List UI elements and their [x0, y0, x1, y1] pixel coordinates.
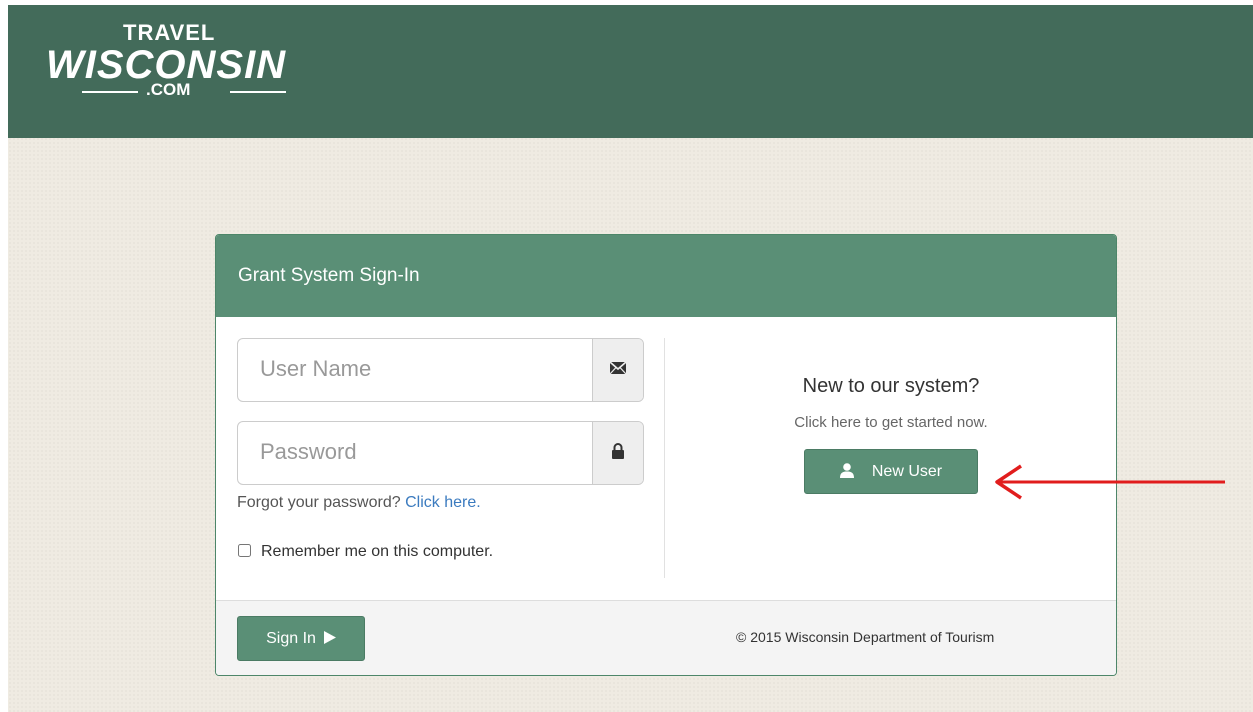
password-addon — [592, 422, 643, 484]
new-user-title: New to our system? — [802, 375, 980, 397]
sign-in-button-label: Sign In — [266, 630, 316, 647]
sign-in-panel: Grant System Sign-In User Name Forgot yo… — [215, 234, 1117, 676]
panel-footer: Sign In © 2015 Wisconsin Department of T… — [216, 600, 1116, 675]
remember-me-row[interactable]: Remember me on this computer. — [237, 543, 493, 561]
copyright-text: © 2015 Wisconsin Department of Tourism — [736, 629, 995, 645]
logo-rule-right — [230, 91, 286, 93]
travel-wisconsin-logo[interactable]: TRAVEL WISCONSIN .COM — [46, 17, 326, 117]
password-group — [237, 421, 644, 485]
forgot-password-link[interactable]: Click here. — [405, 494, 481, 511]
remember-me-checkbox[interactable] — [238, 544, 251, 557]
username-group — [237, 338, 644, 402]
remember-me-label: Remember me on this computer. — [261, 543, 494, 560]
red-arrow-annotation — [995, 464, 1225, 500]
username-input[interactable] — [238, 339, 578, 399]
logo-line-com: .COM — [146, 80, 191, 99]
logo-rule-left — [82, 91, 138, 93]
envelope-icon — [609, 361, 627, 379]
logo-com-row: .COM — [82, 80, 286, 102]
username-addon — [592, 339, 643, 401]
new-user-button-label: New User — [871, 463, 943, 480]
panel-title: Grant System Sign-In — [238, 265, 420, 286]
sign-in-button[interactable]: Sign In — [237, 616, 365, 661]
play-icon — [323, 618, 336, 661]
page-background: TRAVEL WISCONSIN .COM Grant System Sign-… — [8, 5, 1253, 712]
user-icon — [839, 452, 854, 495]
new-user-subtitle: Click here to get started now. — [794, 414, 988, 431]
new-user-button[interactable]: New User — [804, 449, 978, 494]
lock-icon — [611, 442, 625, 464]
password-input[interactable] — [238, 422, 578, 482]
column-divider — [664, 338, 665, 578]
site-header: TRAVEL WISCONSIN .COM — [8, 5, 1253, 138]
forgot-password-row: Forgot your password? Click here. — [237, 494, 481, 512]
forgot-password-text: Forgot your password? — [237, 494, 401, 511]
panel-header: Grant System Sign-In — [216, 235, 1116, 317]
